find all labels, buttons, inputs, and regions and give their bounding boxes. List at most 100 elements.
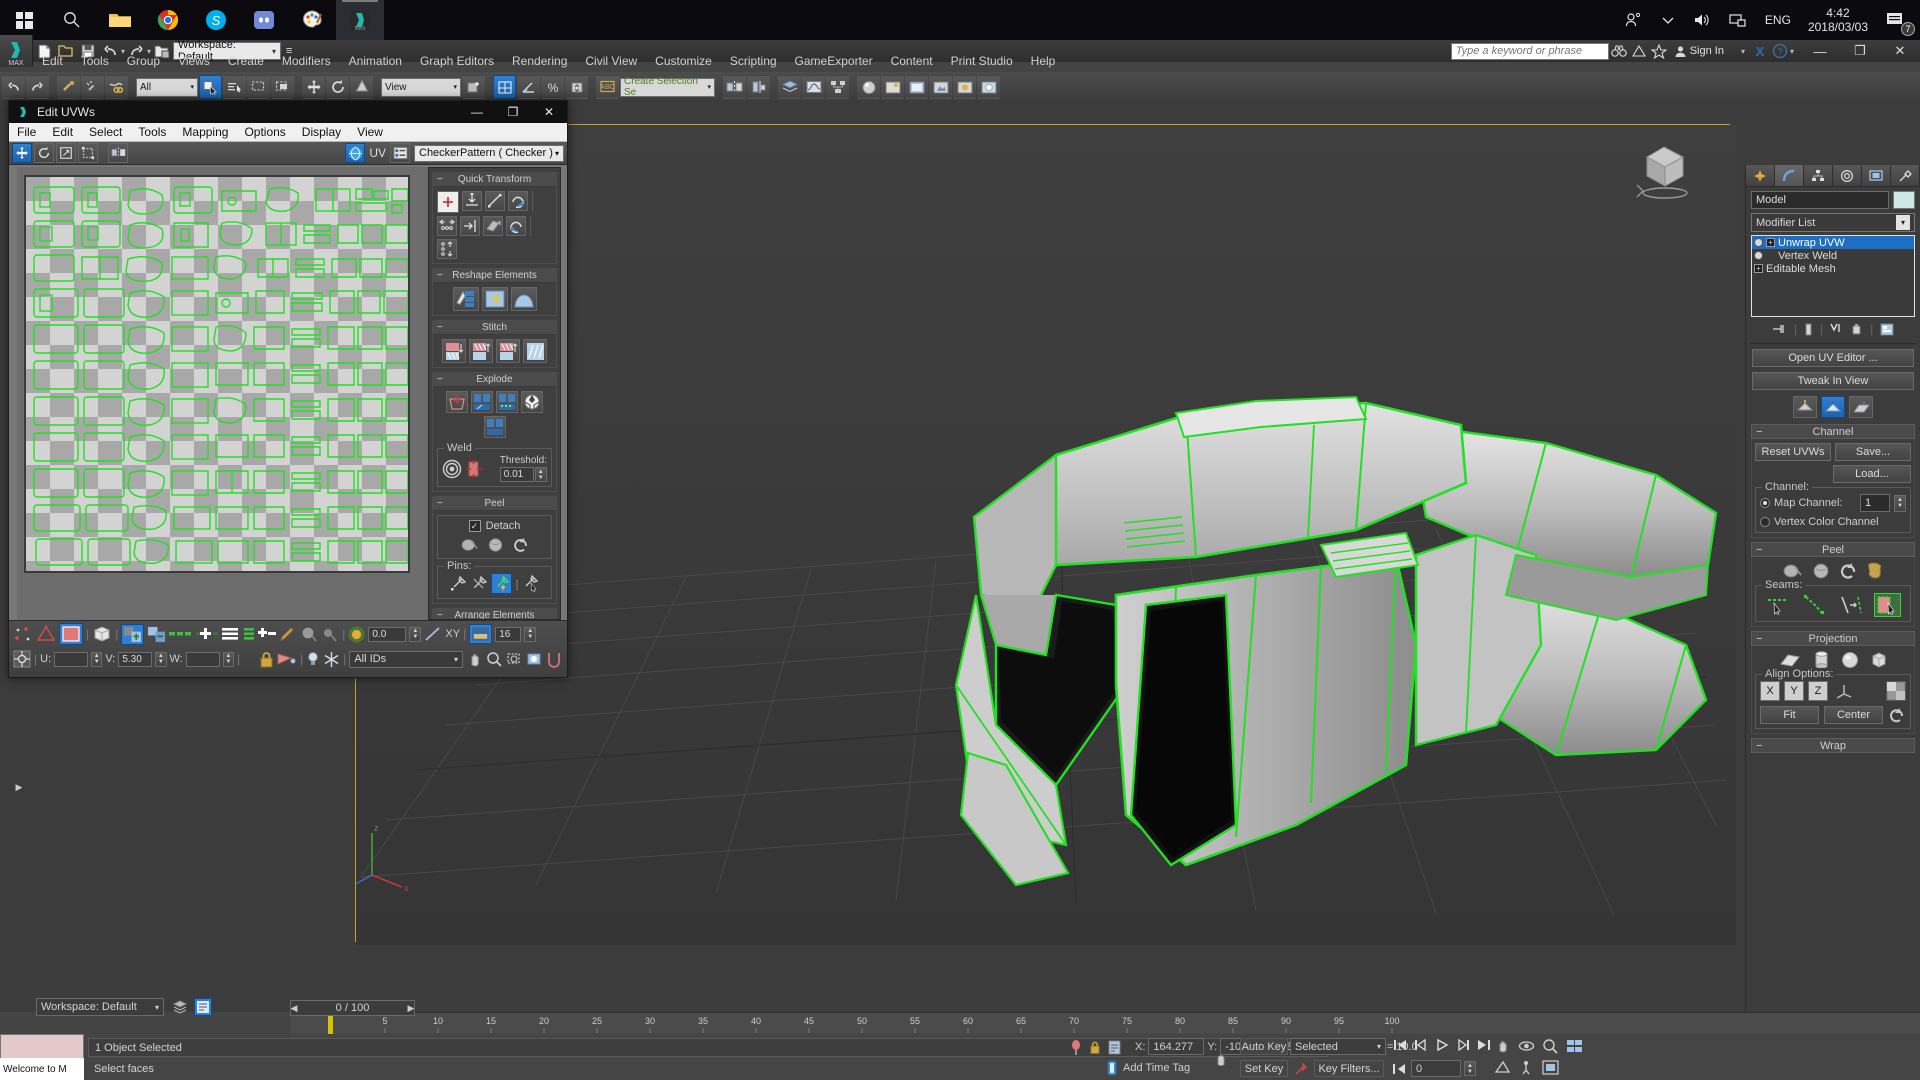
toolbar-select-move[interactable] <box>302 75 325 99</box>
menu-item-gameexporter[interactable]: GameExporter <box>786 53 882 70</box>
center-button[interactable]: Center <box>1824 706 1883 724</box>
reset-projection-button[interactable] <box>1888 707 1906 723</box>
reshape-elements-header[interactable]: − Reshape Elements <box>433 269 556 283</box>
ring-button[interactable] <box>244 626 277 642</box>
tray-volume[interactable] <box>1684 0 1720 40</box>
key-mode-dropdown[interactable]: Selected ▾ <box>1290 1038 1386 1055</box>
toolbar-schematic-view[interactable] <box>826 75 849 99</box>
peel-mode-button[interactable] <box>1782 561 1804 581</box>
play-button[interactable] <box>1434 1038 1450 1052</box>
utilities-tab[interactable] <box>1891 165 1920 186</box>
relax-button[interactable] <box>510 287 537 311</box>
menu-item-civil-view[interactable]: Civil View <box>576 53 646 70</box>
walk-through-button[interactable] <box>1518 1060 1535 1075</box>
menu-item-modifiers[interactable]: Modifiers <box>273 53 340 70</box>
toolbar-align[interactable] <box>747 75 770 99</box>
toolbar-rect-selection-region[interactable] <box>247 75 270 99</box>
zoom-region-button[interactable] <box>506 651 523 668</box>
menu-item-graph-editors[interactable]: Graph Editors <box>411 53 503 70</box>
toolbar-select-object[interactable] <box>199 75 222 99</box>
v-value[interactable]: 5.30 <box>118 651 153 667</box>
light-bulb-icon[interactable] <box>1754 238 1763 247</box>
pin-auto-button[interactable] <box>491 573 513 594</box>
box-projection-button[interactable] <box>1869 650 1889 670</box>
menu-item-content[interactable]: Content <box>882 53 942 70</box>
quick-flatten-button[interactable] <box>481 287 508 311</box>
light-bulb-icon[interactable] <box>1754 251 1763 260</box>
track-bar[interactable]: 5 10 15 20 25 30 35 40 45 50 55 60 65 70 75 80 85 90… <box>290 1012 1920 1035</box>
frame-next-arrow[interactable]: ▶ <box>405 1000 417 1016</box>
explode-smgroup-button[interactable] <box>521 391 543 413</box>
add-time-tag-group[interactable]: Add Time Tag <box>1105 1060 1190 1076</box>
line-tool-button[interactable] <box>424 626 442 642</box>
uvw-restore-button[interactable]: ❐ <box>495 101 531 123</box>
taskbar-search-button[interactable] <box>48 0 96 40</box>
toolbar-curve-editor[interactable] <box>802 75 825 99</box>
uvw-scale-button[interactable] <box>56 143 76 163</box>
show-hidden-edges-button[interactable] <box>306 651 320 668</box>
toolbar-layer-manager[interactable] <box>778 75 801 99</box>
vertex-sub-button[interactable] <box>13 625 33 643</box>
menu-item-edit[interactable]: Edit <box>33 53 72 70</box>
qt-align-h-button[interactable] <box>460 216 480 236</box>
reference-coord-dropdown[interactable]: View ▾ <box>381 77 461 97</box>
tweak-in-view-button[interactable]: Tweak In View <box>1752 372 1914 390</box>
qt-rotate-cw-button[interactable] <box>506 216 526 236</box>
modifier-stack-item-vertex-weld[interactable]: Vertex Weld <box>1752 249 1914 262</box>
uvw-minimize-button[interactable]: — <box>459 101 495 123</box>
start-button[interactable] <box>0 0 48 40</box>
uv-channel-label[interactable]: UV <box>369 146 386 160</box>
toolbar-snap-toggle[interactable] <box>493 75 516 99</box>
axis-label[interactable]: XY <box>445 628 460 640</box>
grid-value[interactable]: 16 <box>495 626 522 642</box>
scene-explorer-button[interactable] <box>194 998 212 1016</box>
show-end-result-icon[interactable] <box>1804 323 1813 336</box>
edge-sub-button[interactable] <box>36 625 56 643</box>
pin-stack-icon[interactable] <box>1772 323 1787 335</box>
uvw-show-map-button[interactable] <box>345 143 366 163</box>
toolbar-activeshade[interactable] <box>977 75 1000 99</box>
current-frame-field[interactable]: 0 <box>1411 1060 1461 1077</box>
point-to-point-seam-button[interactable] <box>1802 594 1827 616</box>
tray-notifications[interactable]: 7 <box>1876 0 1915 40</box>
menu-item-group[interactable]: Group <box>118 53 169 70</box>
object-name-field[interactable]: Model <box>1751 191 1889 209</box>
toolbar-undo[interactable] <box>2 75 25 99</box>
map-channel-radio[interactable] <box>1760 498 1770 508</box>
toolbar-use-center[interactable] <box>462 75 485 99</box>
save-channel-button[interactable]: Save... <box>1835 443 1911 461</box>
stitch-source-button[interactable] <box>442 339 466 363</box>
taskbar-skype[interactable]: S <box>192 0 240 40</box>
u-spinner[interactable]: ▲ ▼ <box>91 651 103 667</box>
make-unique-icon[interactable] <box>1830 323 1844 335</box>
unpin-button[interactable] <box>470 575 488 593</box>
modifier-stack-item-unwrap-uvw[interactable]: + Unwrap UVW <box>1752 236 1914 249</box>
target-weld-button[interactable] <box>442 459 462 479</box>
uvw-menu-item-display[interactable]: Display <box>294 125 349 139</box>
weld-selected-button[interactable] <box>465 459 485 479</box>
toolbar-rendered-frame-window[interactable] <box>905 75 928 99</box>
key-mode-toggle-button[interactable] <box>1392 1062 1408 1076</box>
grow-button[interactable] <box>169 629 193 639</box>
pan-view-button[interactable] <box>1494 1038 1511 1054</box>
tray-network[interactable] <box>1720 0 1756 40</box>
key-filters-button[interactable]: Key Filters... <box>1314 1060 1384 1077</box>
stitch-header[interactable]: − Stitch <box>433 321 556 335</box>
toolbar-unlink[interactable] <box>81 75 104 99</box>
maximize-viewport-button[interactable] <box>1542 1060 1559 1075</box>
expand-plus-icon[interactable]: + <box>1766 238 1775 247</box>
uvw-move-button[interactable] <box>12 143 32 163</box>
remove-modifier-icon[interactable] <box>1851 323 1863 336</box>
pin-stack-status-icon[interactable] <box>1070 1040 1082 1055</box>
soft-sel-falloff-button[interactable] <box>321 626 339 642</box>
filter-pin-button[interactable] <box>522 574 540 593</box>
quick-peel-button[interactable] <box>1811 561 1831 581</box>
hierarchy-tab[interactable] <box>1804 165 1833 186</box>
menu-item-views[interactable]: Views <box>169 53 219 70</box>
uvw-menu-item-options[interactable]: Options <box>236 125 293 139</box>
face-mode-button[interactable] <box>1849 396 1873 418</box>
w-value[interactable] <box>185 651 220 667</box>
uvw-map-dropdown[interactable]: CheckerPattern ( Checker ) ▾ <box>414 144 564 162</box>
soft-sel-button[interactable] <box>300 626 318 642</box>
paint-select-button[interactable] <box>279 626 297 642</box>
